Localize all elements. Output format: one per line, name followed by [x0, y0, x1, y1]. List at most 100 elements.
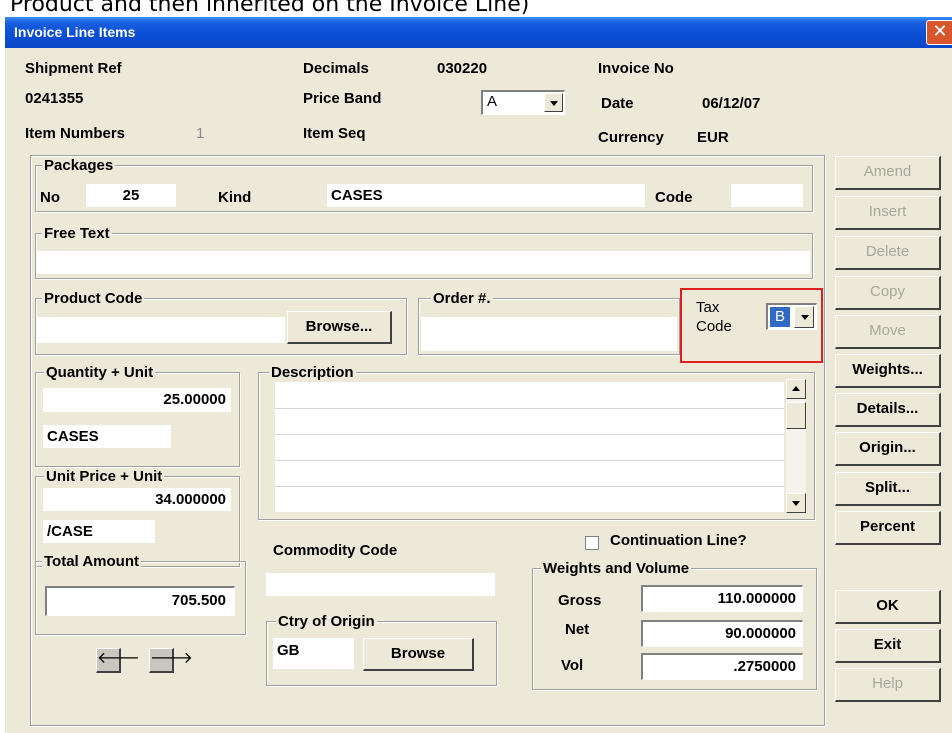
net-weight-value: 90.000000: [725, 625, 796, 642]
page-caption: Product and then inherited on the Invoic…: [10, 0, 530, 17]
free-text-group-label: Free Text: [42, 225, 112, 243]
item-numbers-value: 1: [196, 125, 205, 142]
packages-no-input[interactable]: 25: [86, 184, 176, 207]
weights-button[interactable]: Weights...: [835, 354, 941, 388]
shipment-ref-label: Shipment Ref: [25, 60, 122, 77]
description-scrollbar[interactable]: [786, 379, 806, 513]
origin-button[interactable]: Origin...: [835, 432, 941, 466]
copy-label: Copy: [869, 283, 906, 300]
percent-button[interactable]: Percent: [835, 511, 941, 545]
insert-button[interactable]: Insert: [835, 196, 941, 230]
date-value: 06/12/07: [702, 95, 761, 112]
origin-label: Origin...: [859, 439, 916, 456]
packages-kind-label: Kind: [218, 189, 252, 206]
volume-value: .2750000: [733, 658, 796, 675]
chevron-down-icon: [801, 315, 809, 320]
unit-price-input[interactable]: 34.000000: [43, 488, 231, 511]
origin-browse-label: Browse: [390, 645, 446, 662]
total-amount-group-label: Total Amount: [42, 553, 141, 571]
price-band-select[interactable]: A: [481, 90, 565, 115]
currency-label: Currency: [598, 129, 664, 146]
quantity-unit-input[interactable]: CASES: [43, 425, 171, 448]
volume-input[interactable]: .2750000: [641, 653, 803, 680]
exit-label: Exit: [873, 636, 902, 653]
quantity-input[interactable]: 25.00000: [43, 388, 231, 412]
description-line-divider: [275, 408, 784, 409]
description-line-divider: [275, 486, 784, 487]
gross-weight-value: 110.000000: [717, 590, 796, 607]
packages-kind-input[interactable]: CASES: [327, 184, 645, 207]
packages-group-label: Packages: [42, 157, 116, 175]
help-button[interactable]: Help: [835, 668, 941, 702]
window-title: Invoice Line Items: [14, 24, 136, 40]
order-number-group-label: Order #.: [431, 290, 493, 308]
percent-label: Percent: [859, 518, 916, 535]
shipment-ref-value: 0241355: [25, 90, 84, 107]
copy-button[interactable]: Copy: [835, 276, 941, 310]
scroll-down-button[interactable]: [786, 493, 806, 513]
tax-code-label-line1: Tax: [696, 299, 720, 316]
title-bar[interactable]: Invoice Line Items ✕: [5, 17, 952, 48]
date-label: Date: [601, 95, 634, 112]
packages-no-value: 25: [122, 187, 140, 204]
country-of-origin-input[interactable]: GB: [273, 638, 354, 669]
exit-button[interactable]: Exit: [835, 629, 941, 663]
details-label: Details...: [856, 400, 919, 417]
free-text-input[interactable]: [37, 251, 810, 274]
unit-price-value: 34.000000: [155, 491, 226, 508]
country-of-origin-group-label: Ctry of Origin: [276, 613, 377, 631]
delete-button[interactable]: Delete: [835, 236, 941, 270]
currency-value: EUR: [697, 129, 729, 146]
decimals-label: Decimals: [303, 60, 369, 77]
product-code-input[interactable]: [37, 317, 285, 343]
origin-browse-button[interactable]: Browse: [363, 638, 474, 671]
description-lines[interactable]: [275, 382, 784, 512]
tax-code-value: B: [770, 307, 790, 327]
move-button[interactable]: Move: [835, 315, 941, 349]
tax-code-select[interactable]: B: [766, 303, 817, 330]
scroll-up-button[interactable]: [786, 379, 806, 399]
packages-code-label: Code: [655, 189, 693, 206]
item-seq-label: Item Seq: [303, 125, 366, 142]
order-number-input[interactable]: [421, 317, 677, 351]
amend-button[interactable]: Amend: [835, 156, 941, 190]
quantity-unit-value: CASES: [47, 428, 99, 445]
gross-weight-input[interactable]: 110.000000: [641, 585, 803, 612]
country-of-origin-value: GB: [277, 642, 300, 659]
scroll-thumb[interactable]: [786, 402, 806, 429]
decimals-value: 030220: [437, 60, 488, 77]
product-browse-button[interactable]: Browse...: [287, 311, 392, 344]
invoice-line-items-window: Invoice Line Items ✕ Shipment Ref 024135…: [5, 17, 952, 733]
net-weight-label: Net: [565, 621, 590, 638]
tax-code-label-line2: Code: [696, 318, 732, 335]
unit-price-unit-input[interactable]: /CASE: [43, 520, 155, 543]
weights-volume-group-label: Weights and Volume: [541, 560, 692, 578]
continuation-line-label: Continuation Line?: [610, 532, 747, 549]
split-button[interactable]: Split...: [835, 472, 941, 506]
ok-label: OK: [876, 597, 899, 614]
next-item-button[interactable]: 🡒: [149, 648, 193, 673]
net-weight-input[interactable]: 90.000000: [641, 620, 803, 647]
quantity-value: 25.00000: [163, 391, 226, 408]
commodity-code-label: Commodity Code: [273, 542, 398, 559]
ok-button[interactable]: OK: [835, 590, 941, 624]
help-label: Help: [872, 675, 903, 692]
insert-label: Insert: [868, 203, 907, 220]
details-button[interactable]: Details...: [835, 393, 941, 427]
price-band-dropdown-button[interactable]: [544, 93, 563, 112]
gross-weight-label: Gross: [558, 592, 602, 609]
commodity-code-input[interactable]: [266, 573, 495, 596]
total-amount-value: 705.500: [171, 592, 226, 609]
delete-label: Delete: [865, 243, 910, 260]
item-numbers-label: Item Numbers: [25, 125, 126, 142]
previous-item-button[interactable]: 🡐: [96, 648, 140, 673]
tax-code-dropdown-button[interactable]: [794, 306, 814, 328]
total-amount-input[interactable]: 705.500: [45, 586, 235, 616]
description-group-label: Description: [269, 364, 356, 382]
arrow-right-icon: 🡒: [150, 650, 193, 667]
product-browse-label: Browse...: [305, 318, 373, 335]
continuation-line-checkbox[interactable]: [585, 536, 599, 550]
packages-code-input[interactable]: [731, 184, 803, 207]
close-button[interactable]: ✕: [926, 20, 952, 45]
move-label: Move: [869, 322, 906, 339]
